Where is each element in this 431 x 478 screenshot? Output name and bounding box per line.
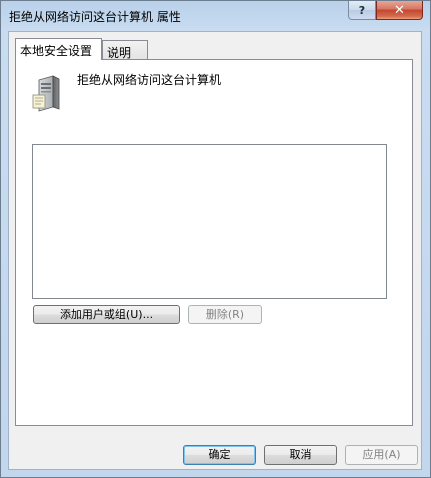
ok-button[interactable]: 确定 — [183, 445, 256, 465]
properties-dialog: 拒绝从网络访问这台计算机 属性 ? ✕ 本地安全设置 说明 拒绝从网络访问这台计… — [0, 0, 431, 478]
apply-button[interactable]: 应用(A) — [345, 445, 418, 465]
tab-explain[interactable]: 说明 — [102, 40, 148, 60]
tab-label: 说明 — [107, 46, 132, 60]
add-user-or-group-button[interactable]: 添加用户或组(U)... — [33, 305, 180, 324]
close-button[interactable]: ✕ — [376, 1, 423, 20]
policy-name: 拒绝从网络访问这台计算机 — [77, 73, 222, 87]
window-title: 拒绝从网络访问这台计算机 属性 — [9, 10, 181, 24]
tab-label: 本地安全设置 — [20, 44, 93, 58]
remove-button[interactable]: 删除(R) — [188, 305, 262, 324]
computer-tower-icon — [32, 75, 60, 112]
members-listbox[interactable] — [32, 144, 387, 299]
cancel-button[interactable]: 取消 — [264, 445, 337, 465]
tab-local-security-setting[interactable]: 本地安全设置 — [15, 38, 102, 60]
help-icon: ? — [358, 3, 366, 17]
tab-panel: 拒绝从网络访问这台计算机 添加用户或组(U)... 删除(R) — [15, 59, 413, 426]
title-bar[interactable]: 拒绝从网络访问这台计算机 属性 ? ✕ — [1, 1, 430, 31]
dialog-client-area: 本地安全设置 说明 拒绝从网络访问这台计算机 添加用户或组(U)... 删除(R… — [8, 31, 422, 470]
help-button[interactable]: ? — [348, 1, 376, 20]
close-icon: ✕ — [394, 2, 405, 18]
